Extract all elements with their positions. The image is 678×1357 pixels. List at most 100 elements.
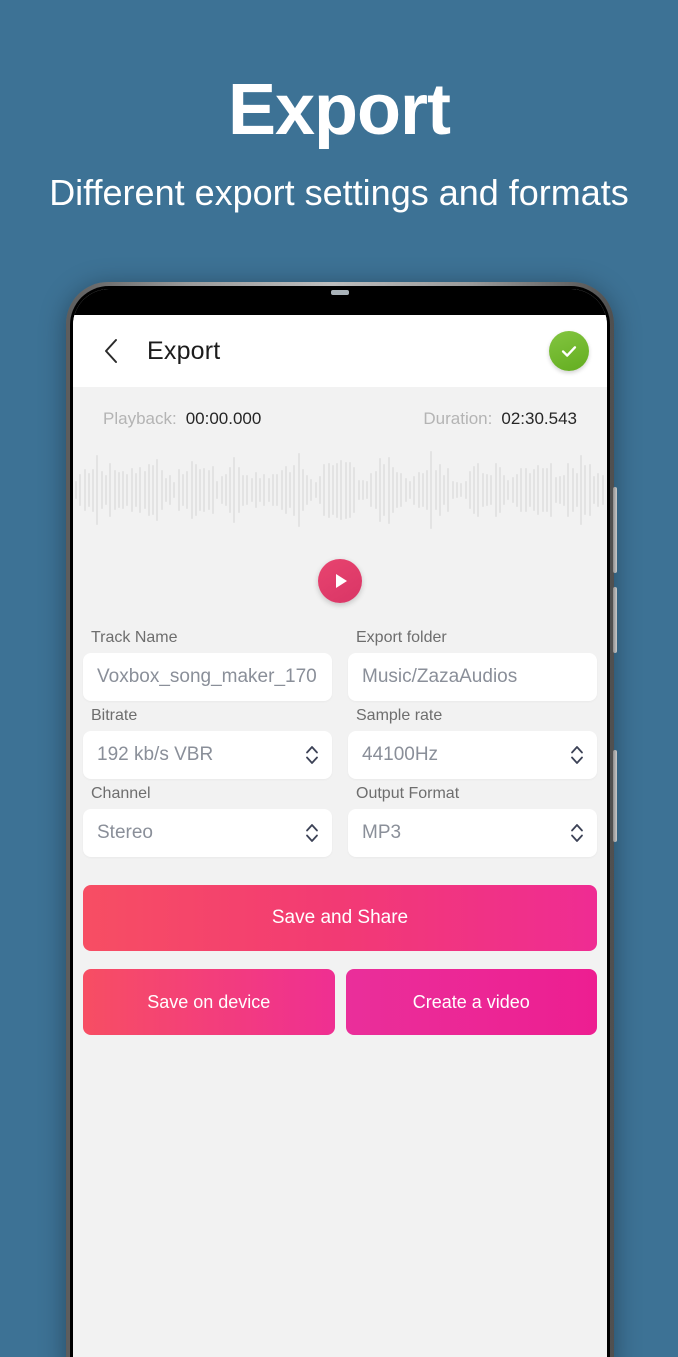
- waveform-bar: [280, 469, 283, 511]
- waveform-bar: [451, 480, 454, 500]
- export-settings-form: Track Name Voxbox_song_maker_170 Export fo…: [73, 629, 607, 857]
- waveform-bar: [430, 451, 433, 529]
- waveform-bar: [571, 467, 574, 513]
- waveform-bar: [597, 472, 600, 508]
- waveform-bar: [558, 475, 561, 505]
- time-info-row: Playback: 00:00.000 Duration: 02:30.543: [73, 387, 607, 435]
- waveform-bar: [284, 465, 287, 515]
- waveform-bar: [190, 460, 193, 520]
- waveform-bar: [400, 472, 403, 508]
- field-input-track-name[interactable]: Voxbox_song_maker_170: [83, 653, 332, 701]
- form-field-export-folder: Export folder Music/ZazaAudios: [348, 629, 597, 701]
- phone-mockup: Export Playback: 00:00.000 Duration: 02:…: [66, 282, 617, 1357]
- phone-side-button-volume-down[interactable]: [613, 587, 617, 653]
- field-input-export-folder[interactable]: Music/ZazaAudios: [348, 653, 597, 701]
- waveform-bar: [301, 468, 304, 512]
- waveform-bar: [87, 472, 90, 508]
- waveform-bar: [224, 474, 227, 506]
- waveform-bar: [250, 477, 253, 503]
- waveform-bar: [511, 477, 514, 503]
- stepper-bitrate[interactable]: [304, 742, 320, 768]
- create-a-video-button[interactable]: Create a video: [345, 969, 597, 1035]
- waveform-bar: [541, 468, 544, 512]
- waveform-bar: [104, 474, 107, 506]
- confirm-button[interactable]: [549, 331, 589, 371]
- form-field-output-format: Output Format MP3: [348, 785, 597, 857]
- chevron-up-down-icon: [306, 746, 318, 764]
- waveform-bar: [413, 475, 416, 505]
- stepper-output-format[interactable]: [569, 820, 585, 846]
- field-input-bitrate[interactable]: 192 kb/s VBR: [83, 731, 332, 779]
- waveform-bar: [293, 464, 296, 516]
- audio-waveform[interactable]: [73, 447, 607, 533]
- form-field-sample-rate: Sample rate 44100Hz: [348, 707, 597, 779]
- field-label-output-format: Output Format: [356, 785, 460, 802]
- field-value-export-folder: Music/ZazaAudios: [362, 666, 518, 687]
- duration-value: 02:30.543: [501, 409, 577, 428]
- promo-subtitle: Different export settings and formats: [49, 172, 629, 213]
- stepper-sample-rate[interactable]: [569, 742, 585, 768]
- waveform-bar: [276, 474, 279, 506]
- field-input-sample-rate[interactable]: 44100Hz: [348, 731, 597, 779]
- waveform-bar: [83, 469, 86, 511]
- save-and-share-button[interactable]: Save and Share: [83, 885, 597, 951]
- waveform-bar: [203, 467, 206, 513]
- field-value-track-name: Voxbox_song_maker_170: [97, 666, 317, 687]
- waveform-bar: [271, 473, 274, 507]
- waveform-bar: [396, 471, 399, 509]
- waveform-bar: [289, 471, 292, 509]
- form-field-channel: Channel Stereo: [83, 785, 332, 857]
- play-button[interactable]: [318, 559, 362, 603]
- save-on-device-button[interactable]: Save on device: [83, 969, 335, 1035]
- waveform-bar: [349, 462, 351, 518]
- waveform-bar: [310, 479, 313, 501]
- waveform-bar: [173, 482, 176, 498]
- field-input-channel[interactable]: Stereo: [83, 809, 332, 857]
- page-title: Export: [147, 336, 221, 365]
- waveform-bar: [588, 464, 591, 516]
- waveform-bar: [117, 471, 120, 509]
- waveform-bar: [297, 453, 300, 527]
- waveform-bar: [417, 471, 420, 509]
- waveform-bar: [503, 474, 506, 506]
- waveform-bar: [473, 465, 476, 515]
- app-bar: Export: [73, 315, 607, 387]
- waveform-bar: [267, 477, 270, 503]
- waveform-bar: [336, 462, 339, 518]
- form-field-track-name: Track Name Voxbox_song_maker_170: [83, 629, 332, 701]
- phone-side-button-volume-up[interactable]: [613, 487, 617, 573]
- waveform-bar: [447, 467, 450, 513]
- phone-bezel: Export Playback: 00:00.000 Duration: 02:…: [70, 286, 610, 1357]
- waveform-bar: [134, 472, 137, 508]
- field-input-output-format[interactable]: MP3: [348, 809, 597, 857]
- waveform-bar: [263, 474, 266, 506]
- waveform-bar: [100, 470, 103, 510]
- field-label-track-name: Track Name: [91, 629, 178, 646]
- stepper-channel[interactable]: [304, 820, 320, 846]
- playback-time-group: Playback: 00:00.000: [103, 409, 261, 429]
- field-value-sample-rate: 44100Hz: [362, 744, 439, 765]
- waveform-bar: [182, 474, 185, 506]
- waveform-bar: [199, 468, 202, 512]
- waveform-bar: [323, 463, 326, 517]
- waveform-bar: [126, 473, 129, 507]
- chevron-left-icon[interactable]: [93, 333, 129, 369]
- form-row: Bitrate 192 kb/s VBR Sample rate 44100Hz: [83, 707, 597, 779]
- waveform-bar: [486, 474, 488, 506]
- waveform-bar: [109, 463, 112, 517]
- duration-time-group: Duration: 02:30.543: [423, 409, 577, 429]
- waveform-bar: [494, 462, 497, 518]
- waveform-bar: [366, 480, 369, 500]
- waveform-bar: [156, 458, 159, 522]
- waveform-bar: [575, 472, 578, 508]
- waveform-bar: [152, 465, 155, 515]
- waveform-bar: [464, 481, 467, 499]
- waveform-bar: [533, 469, 536, 511]
- waveform-bar: [331, 464, 334, 516]
- waveform-bar: [554, 477, 557, 503]
- waveform-bar: [246, 475, 249, 505]
- playback-label: Playback:: [103, 409, 177, 428]
- phone-side-button-power[interactable]: [613, 750, 617, 842]
- waveform-bar: [143, 470, 146, 510]
- field-value-bitrate: 192 kb/s VBR: [97, 744, 214, 765]
